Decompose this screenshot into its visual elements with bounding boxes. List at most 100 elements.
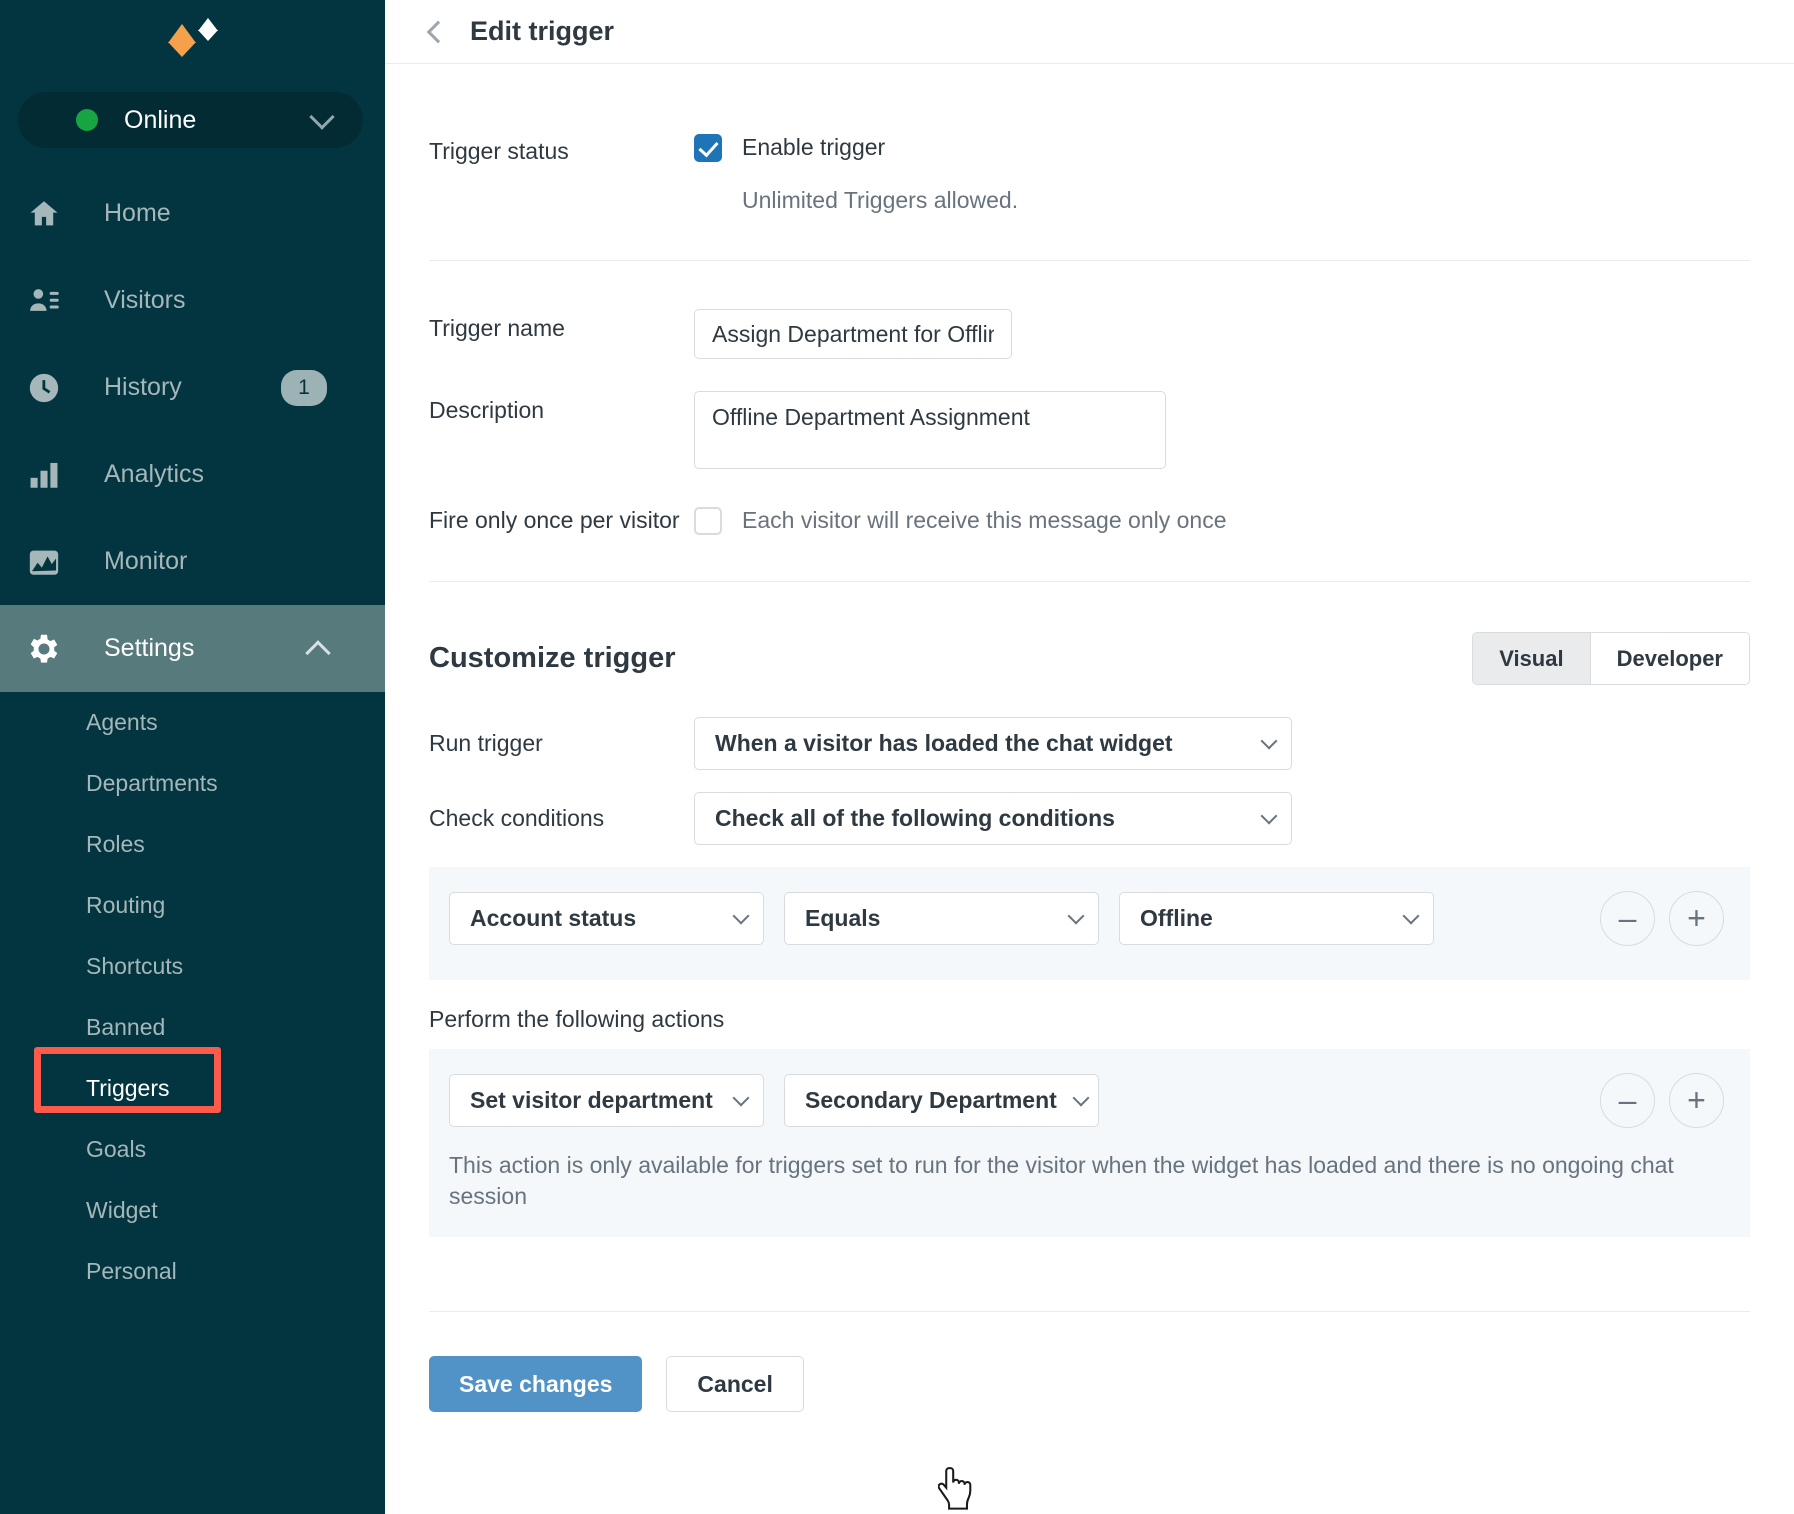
fire-once-checkbox[interactable]: [694, 507, 722, 535]
tab-visual[interactable]: Visual: [1473, 633, 1590, 684]
sidebar-item-visitors[interactable]: Visitors: [0, 257, 385, 344]
sidebar-item-label: Visitors: [104, 286, 186, 314]
zendesk-chat-logo-icon: [162, 18, 224, 66]
fire-once-row: Fire only once per visitor Each visitor …: [429, 505, 1750, 535]
subnav-label: Triggers: [86, 1075, 170, 1101]
action-target-select[interactable]: Secondary Department: [784, 1074, 1099, 1127]
add-condition-button[interactable]: +: [1669, 891, 1724, 946]
main-content: Edit trigger Trigger status Enable trigg…: [385, 0, 1794, 1514]
sidebar-item-monitor[interactable]: Monitor: [0, 518, 385, 605]
sidebar-item-label: Home: [104, 199, 171, 227]
tab-developer[interactable]: Developer: [1589, 633, 1749, 684]
action-type-value: Set visitor department: [470, 1087, 713, 1113]
fire-once-label: Fire only once per visitor: [429, 506, 680, 533]
sidebar-item-routing[interactable]: Routing: [0, 875, 385, 936]
sidebar-item-personal[interactable]: Personal: [0, 1241, 385, 1302]
chevron-down-icon: [1402, 907, 1420, 925]
mode-toggle-group: Visual Developer: [1472, 632, 1750, 685]
chevron-down-icon: [309, 104, 335, 130]
sidebar-item-departments[interactable]: Departments: [0, 753, 385, 814]
settings-subnav: Agents Departments Roles Routing Shortcu…: [0, 692, 385, 1302]
condition-field-value: Account status: [470, 905, 637, 931]
save-changes-button[interactable]: Save changes: [429, 1356, 643, 1413]
subnav-label: Shortcuts: [86, 953, 184, 979]
check-conditions-row: Check conditions Check all of the follow…: [429, 792, 1750, 845]
action-availability-note: This action is only available for trigge…: [449, 1152, 1674, 1209]
trigger-status-row: Trigger status Enable trigger Unlimited …: [429, 132, 1750, 214]
customize-trigger-header: Customize trigger Visual Developer: [429, 632, 1750, 685]
trigger-name-input[interactable]: [694, 309, 1012, 359]
description-label: Description: [429, 397, 545, 423]
condition-value-value: Offline: [1140, 905, 1213, 931]
condition-value-select[interactable]: Offline: [1119, 892, 1434, 945]
sidebar-item-goals[interactable]: Goals: [0, 1119, 385, 1180]
page-header: Edit trigger: [385, 0, 1794, 64]
run-trigger-value: When a visitor has loaded the chat widge…: [715, 730, 1173, 756]
sidebar-item-label: History: [104, 373, 182, 401]
actions-title: Perform the following actions: [429, 1006, 725, 1032]
add-action-button[interactable]: +: [1669, 1073, 1724, 1128]
description-textarea[interactable]: [694, 391, 1166, 469]
enable-trigger-checkbox[interactable]: [694, 134, 722, 162]
gear-icon: [22, 627, 66, 671]
run-trigger-select[interactable]: When a visitor has loaded the chat widge…: [694, 717, 1292, 770]
customize-trigger-heading: Customize trigger: [429, 642, 676, 674]
home-icon: [22, 192, 66, 236]
sidebar: Online Home Visitors History 1 Analytics…: [0, 0, 385, 1514]
status-label: Online: [124, 105, 197, 134]
subnav-label: Widget: [86, 1197, 158, 1223]
action-target-value: Secondary Department: [805, 1087, 1057, 1113]
condition-operator-select[interactable]: Equals: [784, 892, 1099, 945]
sidebar-item-label: Monitor: [104, 547, 188, 575]
logo-container: [0, 0, 385, 92]
trigger-name-row: Trigger name: [429, 309, 1750, 359]
page-title: Edit trigger: [470, 16, 615, 46]
remove-condition-button[interactable]: –: [1600, 891, 1655, 946]
chevron-left-icon[interactable]: [426, 20, 450, 43]
subnav-label: Departments: [86, 770, 218, 796]
cancel-button[interactable]: Cancel: [666, 1356, 804, 1413]
sidebar-item-label: Analytics: [104, 460, 205, 488]
form-content: Trigger status Enable trigger Unlimited …: [385, 132, 1794, 1413]
sidebar-item-history[interactable]: History 1: [0, 344, 385, 431]
bar-chart-icon: [22, 453, 66, 497]
trigger-limit-helper-text: Unlimited Triggers allowed.: [742, 187, 1019, 213]
monitor-icon: [22, 540, 66, 584]
sidebar-item-agents[interactable]: Agents: [0, 692, 385, 753]
agent-status-selector[interactable]: Online: [18, 92, 363, 148]
sidebar-item-analytics[interactable]: Analytics: [0, 431, 385, 518]
subnav-label: Banned: [86, 1014, 166, 1040]
visitors-icon: [22, 279, 66, 323]
action-type-select[interactable]: Set visitor department: [449, 1074, 764, 1127]
subnav-label: Agents: [86, 709, 158, 735]
clock-icon: [22, 366, 66, 410]
divider-1: [429, 260, 1750, 261]
history-count-badge: 1: [281, 369, 327, 406]
condition-operator-value: Equals: [805, 905, 881, 931]
subnav-label: Personal: [86, 1258, 177, 1284]
trigger-name-label: Trigger name: [429, 315, 565, 341]
sidebar-item-banned[interactable]: Banned: [0, 997, 385, 1058]
check-conditions-label: Check conditions: [429, 805, 605, 831]
trigger-status-label: Trigger status: [429, 138, 569, 164]
divider-3: [429, 1311, 1750, 1313]
run-trigger-row: Run trigger When a visitor has loaded th…: [429, 717, 1750, 770]
chevron-down-icon: [1067, 907, 1085, 925]
condition-field-select[interactable]: Account status: [449, 892, 764, 945]
fire-once-note: Each visitor will receive this message o…: [742, 506, 1227, 533]
sidebar-item-shortcuts[interactable]: Shortcuts: [0, 936, 385, 997]
check-conditions-select[interactable]: Check all of the following conditions: [694, 792, 1292, 845]
sidebar-item-home[interactable]: Home: [0, 170, 385, 257]
divider-2: [429, 581, 1750, 582]
condition-row: Account status Equals Offline – +: [429, 867, 1750, 980]
sidebar-item-widget[interactable]: Widget: [0, 1180, 385, 1241]
sidebar-item-triggers[interactable]: Triggers: [0, 1058, 385, 1119]
form-footer-buttons: Save changes Cancel: [429, 1356, 1750, 1413]
subnav-label: Goals: [86, 1136, 147, 1162]
status-online-dot-icon: [76, 109, 98, 131]
chevron-down-icon: [1072, 1089, 1090, 1107]
action-panel: Set visitor department Secondary Departm…: [429, 1049, 1750, 1238]
sidebar-item-settings[interactable]: Settings: [0, 605, 385, 692]
sidebar-item-roles[interactable]: Roles: [0, 814, 385, 875]
remove-action-button[interactable]: –: [1600, 1073, 1655, 1128]
